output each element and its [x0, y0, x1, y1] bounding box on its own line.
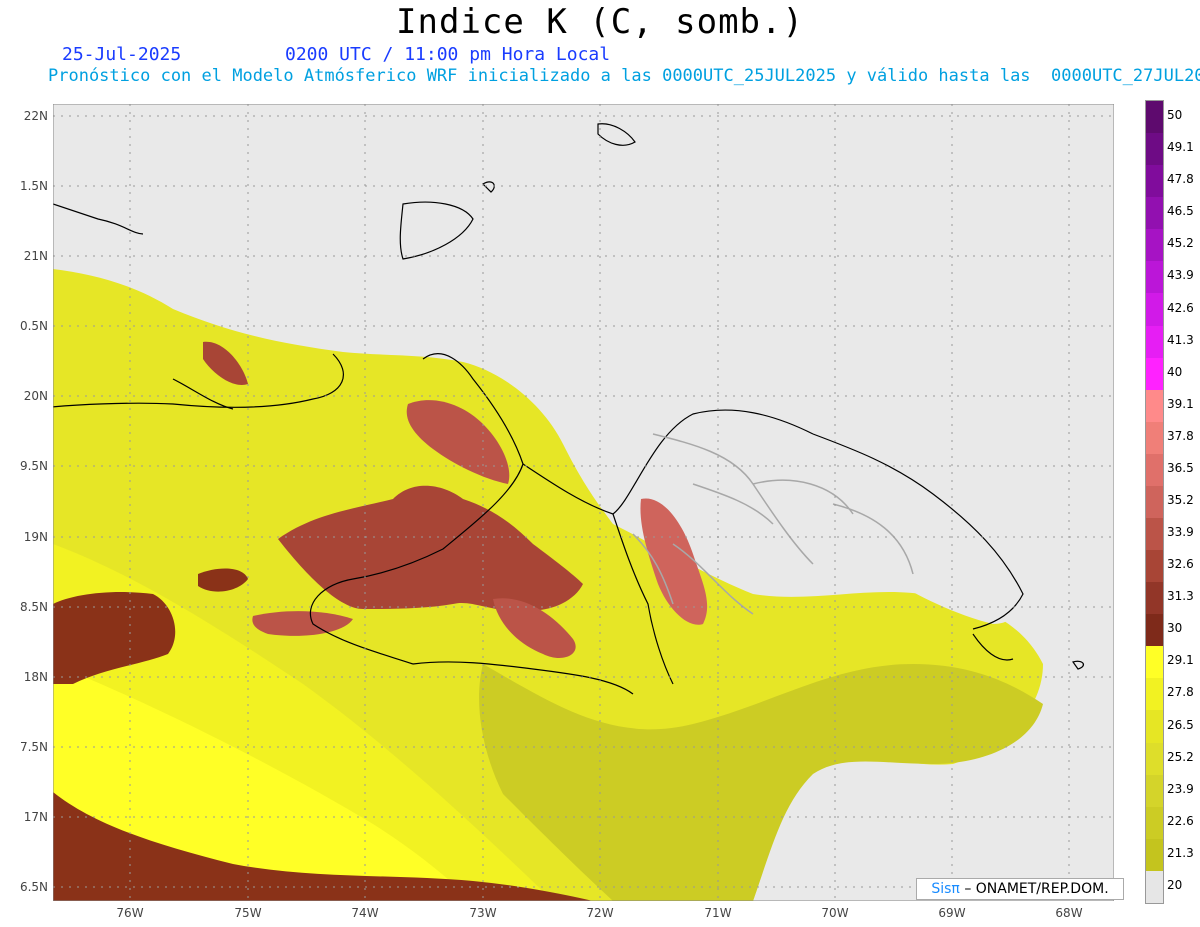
- lon-label: 72W: [586, 906, 614, 920]
- colorbar-segment: [1146, 838, 1163, 871]
- colorbar-segment: [1146, 101, 1163, 134]
- colorbar-segment: [1146, 357, 1163, 390]
- colorbar-segment: [1146, 197, 1163, 230]
- colorbar-label: 45.2: [1167, 236, 1194, 251]
- colorbar-segment: [1146, 614, 1163, 647]
- colorbar-segment: [1146, 774, 1163, 807]
- lat-label: 9.5N: [19, 459, 48, 473]
- lat-label: 22N: [23, 109, 48, 123]
- colorbar-segment: [1146, 678, 1163, 711]
- date-label: 25-Jul-2025: [62, 44, 182, 65]
- colorbar-label: 41.3: [1167, 332, 1194, 347]
- lat-label: 7.5N: [19, 740, 48, 754]
- colorbar-segment: [1146, 742, 1163, 775]
- colorbar-segment: [1146, 165, 1163, 198]
- colorbar-label: 36.5: [1167, 460, 1194, 475]
- colorbar-segment: [1146, 133, 1163, 166]
- lat-label: 19N: [23, 530, 48, 544]
- colorbar-label: 31.3: [1167, 589, 1194, 604]
- colorbar-label: 27.8: [1167, 685, 1194, 700]
- colorbar-label: 42.6: [1167, 300, 1194, 315]
- forecast-subtitle: Pronóstico con el Modelo Atmósferico WRF…: [48, 66, 1200, 86]
- colorbar-segment: [1146, 806, 1163, 839]
- colorbar-label: 25.2: [1167, 749, 1194, 764]
- colorbar-label: 46.5: [1167, 204, 1194, 219]
- time-label: 0200 UTC / 11:00 pm Hora Local: [285, 44, 611, 65]
- colorbar: [1145, 100, 1164, 904]
- sis-logo: Sisπ: [931, 881, 960, 897]
- lon-label: 74W: [351, 906, 379, 920]
- colorbar-label: 43.9: [1167, 268, 1194, 283]
- lon-label: 76W: [116, 906, 144, 920]
- colorbar-segment: [1146, 518, 1163, 551]
- colorbar-segment: [1146, 485, 1163, 519]
- lat-label: 21N: [23, 249, 48, 263]
- lon-label: 70W: [821, 906, 849, 920]
- credit-box: Sisπ – ONAMET/REP.DOM.: [916, 878, 1124, 900]
- colorbar-segment: [1146, 646, 1163, 679]
- lat-label: 1.5N: [19, 179, 48, 193]
- colorbar-segment: [1146, 421, 1163, 454]
- map-title: Indice K (C, somb.): [396, 2, 804, 42]
- lon-label: 69W: [938, 906, 966, 920]
- colorbar-label: 47.8: [1167, 172, 1194, 187]
- colorbar-segment: [1146, 550, 1163, 583]
- colorbar-segment: [1146, 229, 1163, 262]
- colorbar-segment: [1146, 293, 1163, 326]
- colorbar-label: 29.1: [1167, 653, 1194, 668]
- lat-label: 20N: [23, 389, 48, 403]
- colorbar-label: 49.1: [1167, 140, 1194, 155]
- lon-label: 75W: [234, 906, 262, 920]
- lon-label: 73W: [469, 906, 497, 920]
- lat-label: 17N: [23, 810, 48, 824]
- credit-text: – ONAMET/REP.DOM.: [964, 881, 1109, 897]
- lat-label: 6.5N: [19, 880, 48, 894]
- colorbar-segment: [1146, 261, 1163, 294]
- lon-label: 71W: [704, 906, 732, 920]
- colorbar-segment: [1146, 710, 1163, 743]
- colorbar-segment: [1146, 453, 1163, 486]
- colorbar-label: 30: [1167, 621, 1183, 636]
- colorbar-label: 32.6: [1167, 557, 1194, 572]
- colorbar-segment: [1146, 870, 1163, 903]
- colorbar-segment: [1146, 582, 1163, 615]
- colorbar-label: 39.1: [1167, 396, 1194, 411]
- lat-label: 0.5N: [19, 319, 48, 333]
- colorbar-segment: [1146, 389, 1163, 422]
- colorbar-label: 40: [1167, 364, 1183, 379]
- colorbar-label: 33.9: [1167, 525, 1194, 540]
- colorbar-label: 23.9: [1167, 781, 1194, 796]
- colorbar-label: 26.5: [1167, 717, 1194, 732]
- colorbar-label: 35.2: [1167, 493, 1194, 507]
- colorbar-label: 20: [1167, 877, 1183, 892]
- lat-label: 18N: [23, 670, 48, 684]
- colorbar-label: 21.3: [1167, 845, 1194, 860]
- colorbar-label: 22.6: [1167, 813, 1194, 828]
- k-index-map: [53, 104, 1114, 901]
- colorbar-label: 50: [1167, 108, 1183, 123]
- lon-label: 68W: [1055, 906, 1083, 920]
- lat-label: 8.5N: [19, 600, 48, 614]
- colorbar-label: 37.8: [1167, 428, 1194, 443]
- colorbar-segment: [1146, 325, 1163, 358]
